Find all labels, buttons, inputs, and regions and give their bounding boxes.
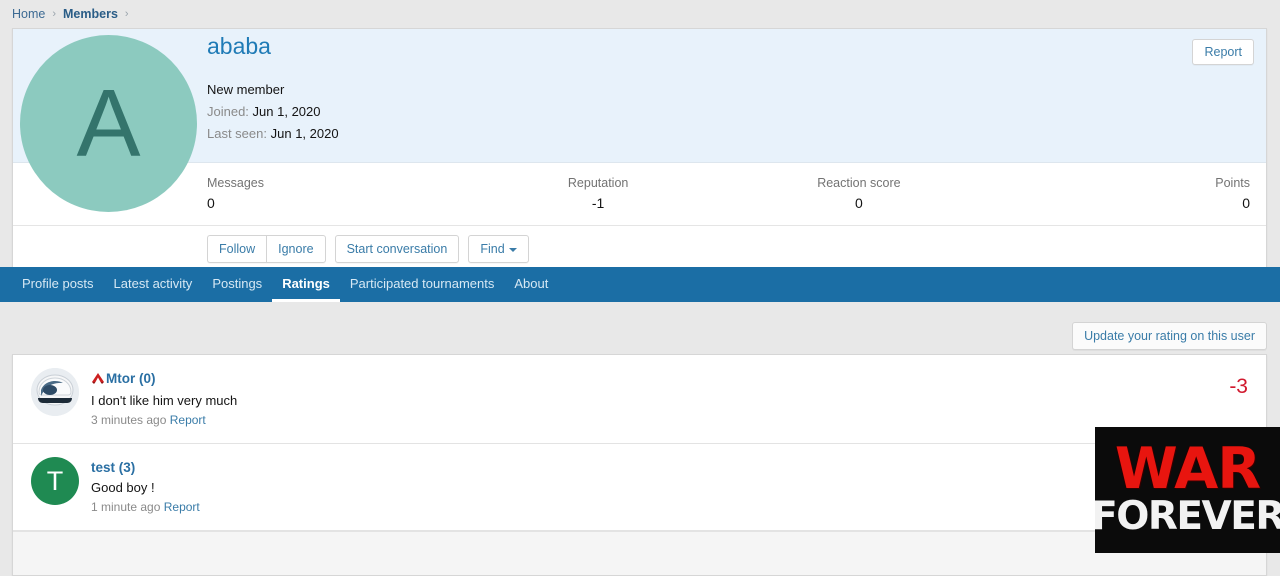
avatar[interactable]: A xyxy=(20,35,197,212)
breadcrumb-members[interactable]: Members xyxy=(63,7,118,21)
page-title: ababa xyxy=(207,33,271,59)
ratings-toolbar: Update your rating on this user xyxy=(0,302,1280,354)
breadcrumb-separator-icon: › xyxy=(52,8,57,20)
stat-reputation: Reputation -1 xyxy=(468,173,729,213)
chevron-down-icon xyxy=(508,247,517,252)
user-title: New member xyxy=(207,81,285,97)
tab-participated-tournaments[interactable]: Participated tournaments xyxy=(340,267,505,302)
rating-body: Mtor (0) I don't like him very much 3 mi… xyxy=(91,368,1250,430)
rater-name-link[interactable]: Mtor (0) xyxy=(106,371,156,386)
tab-about[interactable]: About xyxy=(504,267,558,302)
joined-row: Joined: Jun 1, 2020 xyxy=(207,101,1116,123)
profile-header: A ababa New member Joined: Jun 1, 2020 L… xyxy=(13,29,1266,212)
rating-text: Good boy ! xyxy=(91,480,155,495)
rating-text: I don't like him very much xyxy=(91,393,238,408)
rating-footer: 1 minute ago Report xyxy=(91,498,1250,517)
profile-meta: ababa New member Joined: Jun 1, 2020 Las… xyxy=(207,33,1116,145)
stat-label: Reputation xyxy=(567,176,629,190)
profile-card: A ababa New member Joined: Jun 1, 2020 L… xyxy=(12,28,1267,276)
stat-label: Reaction score xyxy=(817,176,901,190)
stat-reaction-score: Reaction score 0 xyxy=(729,173,990,213)
rating-footer: 3 minutes ago Report xyxy=(91,411,1250,430)
rating-score: -3 xyxy=(1229,375,1248,398)
follow-button[interactable]: Follow xyxy=(207,235,267,263)
rating-timestamp: 3 minutes ago xyxy=(91,413,167,427)
stat-value: -1 xyxy=(591,195,605,211)
last-seen-row: Last seen: Jun 1, 2020 xyxy=(207,123,1116,145)
tab-profile-posts[interactable]: Profile posts xyxy=(12,267,104,302)
stat-value: 0 xyxy=(854,195,863,211)
profile-tabbar: Profile posts Latest activity Postings R… xyxy=(0,267,1280,302)
red-a-badge-icon xyxy=(91,371,105,390)
last-seen-value: Jun 1, 2020 xyxy=(270,125,339,141)
follow-ignore-group: Follow Ignore xyxy=(207,235,326,263)
breadcrumb-separator-icon-2: › xyxy=(124,8,129,20)
rating-row: T test (3) Good boy ! 1 minute ago Repor… xyxy=(13,444,1266,531)
find-label: Find xyxy=(480,242,505,256)
report-profile-button[interactable]: Report xyxy=(1192,39,1254,65)
rater-line: test (3) xyxy=(91,458,1250,477)
joined-value: Jun 1, 2020 xyxy=(252,103,321,119)
letter-avatar[interactable]: T xyxy=(31,457,79,505)
update-rating-button[interactable]: Update your rating on this user xyxy=(1072,322,1267,350)
stat-value: 0 xyxy=(207,195,215,211)
breadcrumb: Home › Members › xyxy=(0,0,1280,28)
ignore-button[interactable]: Ignore xyxy=(266,235,326,263)
stat-label: Messages xyxy=(207,176,264,190)
report-rating-link[interactable]: Report xyxy=(170,413,206,427)
war-forever-ad-banner[interactable]: WAR FOREVER xyxy=(1095,427,1280,553)
stat-label: Points xyxy=(1215,176,1250,190)
rating-timestamp: 1 minute ago xyxy=(91,500,161,514)
ratings-panel-footer xyxy=(13,531,1266,575)
breadcrumb-home[interactable]: Home xyxy=(12,7,45,21)
rater-line: Mtor (0) xyxy=(91,369,1250,390)
start-conversation-button[interactable]: Start conversation xyxy=(334,235,460,263)
helmet-avatar[interactable] xyxy=(31,368,79,416)
tab-latest-activity[interactable]: Latest activity xyxy=(104,267,203,302)
ad-headline-forever: FOREVER xyxy=(1095,493,1280,539)
tab-postings[interactable]: Postings xyxy=(202,267,272,302)
last-seen-label: Last seen: xyxy=(207,125,267,141)
joined-label: Joined: xyxy=(207,103,249,119)
rater-name-link[interactable]: test (3) xyxy=(91,460,135,475)
stat-messages: Messages 0 xyxy=(207,173,468,213)
find-dropdown-button[interactable]: Find xyxy=(468,235,529,263)
tab-ratings[interactable]: Ratings xyxy=(272,267,340,302)
rating-body: test (3) Good boy ! 1 minute ago Report xyxy=(91,457,1250,517)
stat-points: Points 0 xyxy=(989,173,1250,213)
ad-headline-war: WAR xyxy=(1114,436,1261,503)
profile-stats: Messages 0 Reputation -1 Reaction score … xyxy=(13,163,1266,226)
ratings-panel: Mtor (0) I don't like him very much 3 mi… xyxy=(12,354,1267,576)
rating-row: Mtor (0) I don't like him very much 3 mi… xyxy=(13,355,1266,444)
report-rating-link[interactable]: Report xyxy=(164,500,200,514)
stat-value: 0 xyxy=(1242,195,1250,211)
